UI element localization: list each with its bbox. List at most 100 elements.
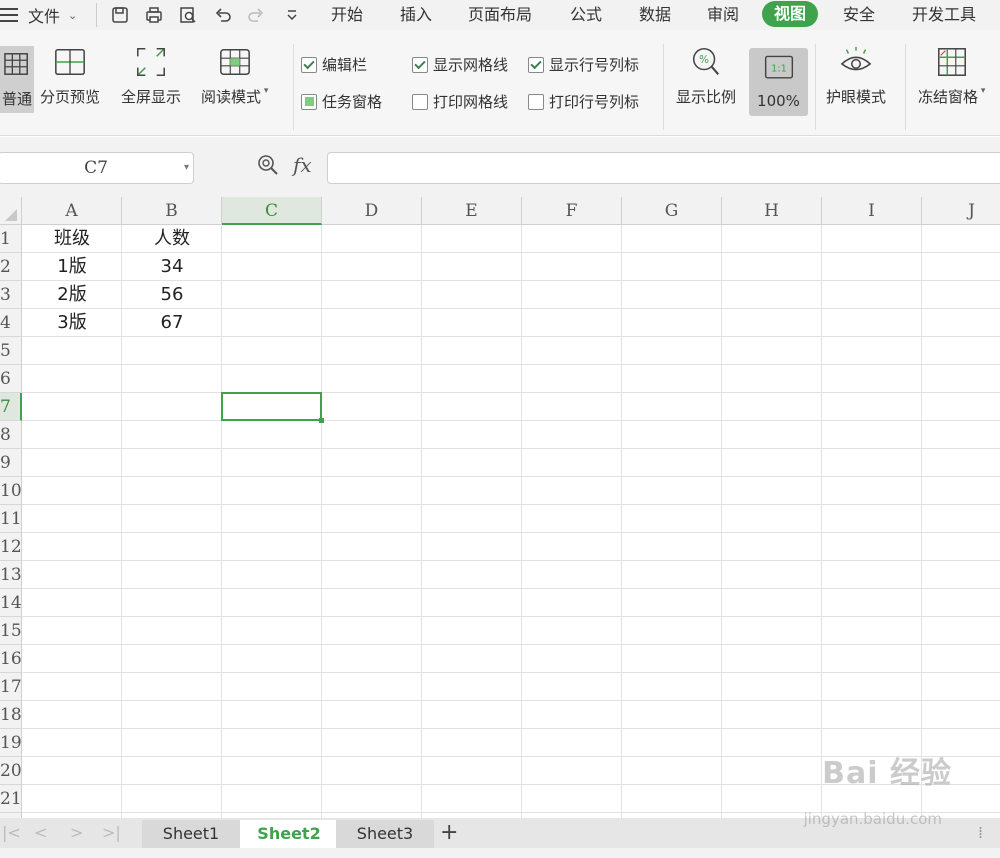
reading-mode-button[interactable]: 阅读模式 ▾: [201, 44, 268, 107]
tab-security[interactable]: 安全: [843, 0, 875, 30]
freeze-panes-button[interactable]: 冻结窗格 ▾: [918, 44, 985, 107]
divider: [293, 44, 294, 130]
tab-insert[interactable]: 插入: [400, 0, 432, 30]
formula-input[interactable]: [327, 152, 1000, 184]
row-header-3[interactable]: 3: [0, 281, 22, 309]
column-header-d[interactable]: D: [322, 197, 422, 225]
tab-developer[interactable]: 开发工具: [912, 0, 976, 30]
cell-b1[interactable]: 人数: [122, 225, 222, 253]
show-gridlines-checkbox[interactable]: 显示网格线: [412, 54, 508, 75]
redo-button[interactable]: [243, 0, 269, 30]
sheet-tab-sheet3[interactable]: Sheet3: [336, 820, 434, 848]
row-header-4[interactable]: 4: [0, 309, 22, 337]
row-header-16[interactable]: 16: [0, 645, 22, 673]
row-header-6[interactable]: 6: [0, 365, 22, 393]
column-header-b[interactable]: B: [122, 197, 222, 225]
active-cell[interactable]: [221, 392, 324, 423]
cell-b2[interactable]: 34: [122, 253, 222, 281]
add-sheet-button[interactable]: +: [440, 820, 458, 845]
magnify-icon: [258, 155, 278, 175]
show-headers-checkbox[interactable]: 显示行号列标: [528, 54, 639, 75]
normal-view-button[interactable]: 普通: [0, 46, 34, 113]
row-header-15[interactable]: 15: [0, 617, 22, 645]
column-header-j[interactable]: J: [922, 197, 1000, 225]
tab-data[interactable]: 数据: [639, 0, 671, 30]
tab-formulas[interactable]: 公式: [570, 0, 602, 30]
zoom-button[interactable]: % 显示比例: [676, 44, 736, 107]
row-gridline: [22, 504, 1000, 505]
print-button[interactable]: [141, 0, 167, 30]
row-header-20[interactable]: 20: [0, 757, 22, 785]
row-header-21[interactable]: 21: [0, 785, 22, 813]
save-icon: [112, 7, 128, 23]
row-header-1[interactable]: 1: [0, 225, 22, 253]
column-header-a[interactable]: A: [22, 197, 122, 225]
task-pane-checkbox[interactable]: 任务窗格: [301, 91, 382, 112]
cell-a1[interactable]: 班级: [22, 225, 122, 253]
divider: [663, 44, 664, 130]
zoom-100-icon: 1:1: [761, 50, 797, 86]
select-all-corner[interactable]: [0, 197, 22, 225]
chevron-down-icon[interactable]: ▾: [184, 153, 189, 183]
page-break-preview-button[interactable]: 分页预览: [40, 44, 100, 107]
first-sheet-icon[interactable]: |<: [2, 818, 21, 848]
column-header-g[interactable]: G: [622, 197, 722, 225]
row-header-12[interactable]: 12: [0, 533, 22, 561]
print-icon: [146, 7, 162, 23]
column-header-e[interactable]: E: [422, 197, 522, 225]
print-gridlines-checkbox[interactable]: 打印网格线: [412, 91, 508, 112]
reading-mode-icon: [217, 44, 253, 80]
row-header-19[interactable]: 19: [0, 729, 22, 757]
row-header-13[interactable]: 13: [0, 561, 22, 589]
status-bar: [0, 848, 1000, 858]
row-header-18[interactable]: 18: [0, 701, 22, 729]
sheet-tab-sheet2[interactable]: Sheet2: [240, 820, 338, 848]
cell-a3[interactable]: 2版: [22, 281, 122, 309]
fullscreen-button[interactable]: 全屏显示: [121, 44, 181, 107]
prev-sheet-icon[interactable]: <: [34, 818, 47, 848]
tab-view[interactable]: 视图: [762, 1, 819, 27]
edit-bar-checkbox[interactable]: 编辑栏: [301, 54, 367, 75]
column-header-bar: ABCDEFGHIJ: [0, 197, 1000, 225]
checkbox-checked-icon: [528, 56, 544, 73]
cell-b4[interactable]: 67: [122, 309, 222, 337]
sheet-grid[interactable]: ABCDEFGHIJ 1 2 3 4 5 6 7 8 9 10 11 12 13 14 15 16 17 18 19…: [0, 197, 1000, 818]
row-header-17[interactable]: 17: [0, 673, 22, 701]
last-sheet-icon[interactable]: >|: [102, 818, 121, 848]
row-header-9[interactable]: 9: [0, 449, 22, 477]
tab-review[interactable]: 审阅: [707, 0, 739, 30]
row-header-5[interactable]: 5: [0, 337, 22, 365]
file-menu[interactable]: 文件 ⌄: [0, 0, 77, 30]
cell-b3[interactable]: 56: [122, 281, 222, 309]
row-header-8[interactable]: 8: [0, 421, 22, 449]
row-header-11[interactable]: 11: [0, 505, 22, 533]
print-headers-checkbox[interactable]: 打印行号列标: [528, 91, 639, 112]
zoom-100-button[interactable]: 1:1 100%: [749, 48, 808, 116]
column-gridline: [921, 225, 922, 818]
tab-start[interactable]: 开始: [331, 0, 363, 30]
column-header-h[interactable]: H: [722, 197, 822, 225]
print-preview-button[interactable]: [175, 0, 201, 30]
cell-a4[interactable]: 3版: [22, 309, 122, 337]
tab-page-layout[interactable]: 页面布局: [468, 0, 532, 30]
row-header-14[interactable]: 14: [0, 589, 22, 617]
print-preview-icon: [180, 7, 196, 23]
row-header-7[interactable]: 7: [0, 393, 22, 421]
sheet-tab-sheet1[interactable]: Sheet1: [142, 820, 240, 848]
column-header-i[interactable]: I: [822, 197, 922, 225]
customize-quick-access-button[interactable]: [279, 0, 305, 30]
column-header-f[interactable]: F: [522, 197, 622, 225]
column-header-c[interactable]: C: [222, 197, 322, 225]
row-gridline: [22, 588, 1000, 589]
row-header-10[interactable]: 10: [0, 477, 22, 505]
save-button[interactable]: [107, 0, 133, 30]
zoom-lookup-button[interactable]: [256, 153, 280, 182]
split-handle-icon[interactable]: ⁞: [978, 818, 983, 848]
eye-protection-button[interactable]: 护眼模式: [826, 44, 886, 107]
undo-button[interactable]: [210, 0, 236, 30]
next-sheet-icon[interactable]: >: [70, 818, 83, 848]
insert-function-button[interactable]: fx: [293, 153, 312, 177]
name-box[interactable]: C7 ▾: [0, 152, 194, 184]
cell-a2[interactable]: 1版: [22, 253, 122, 281]
row-header-2[interactable]: 2: [0, 253, 22, 281]
